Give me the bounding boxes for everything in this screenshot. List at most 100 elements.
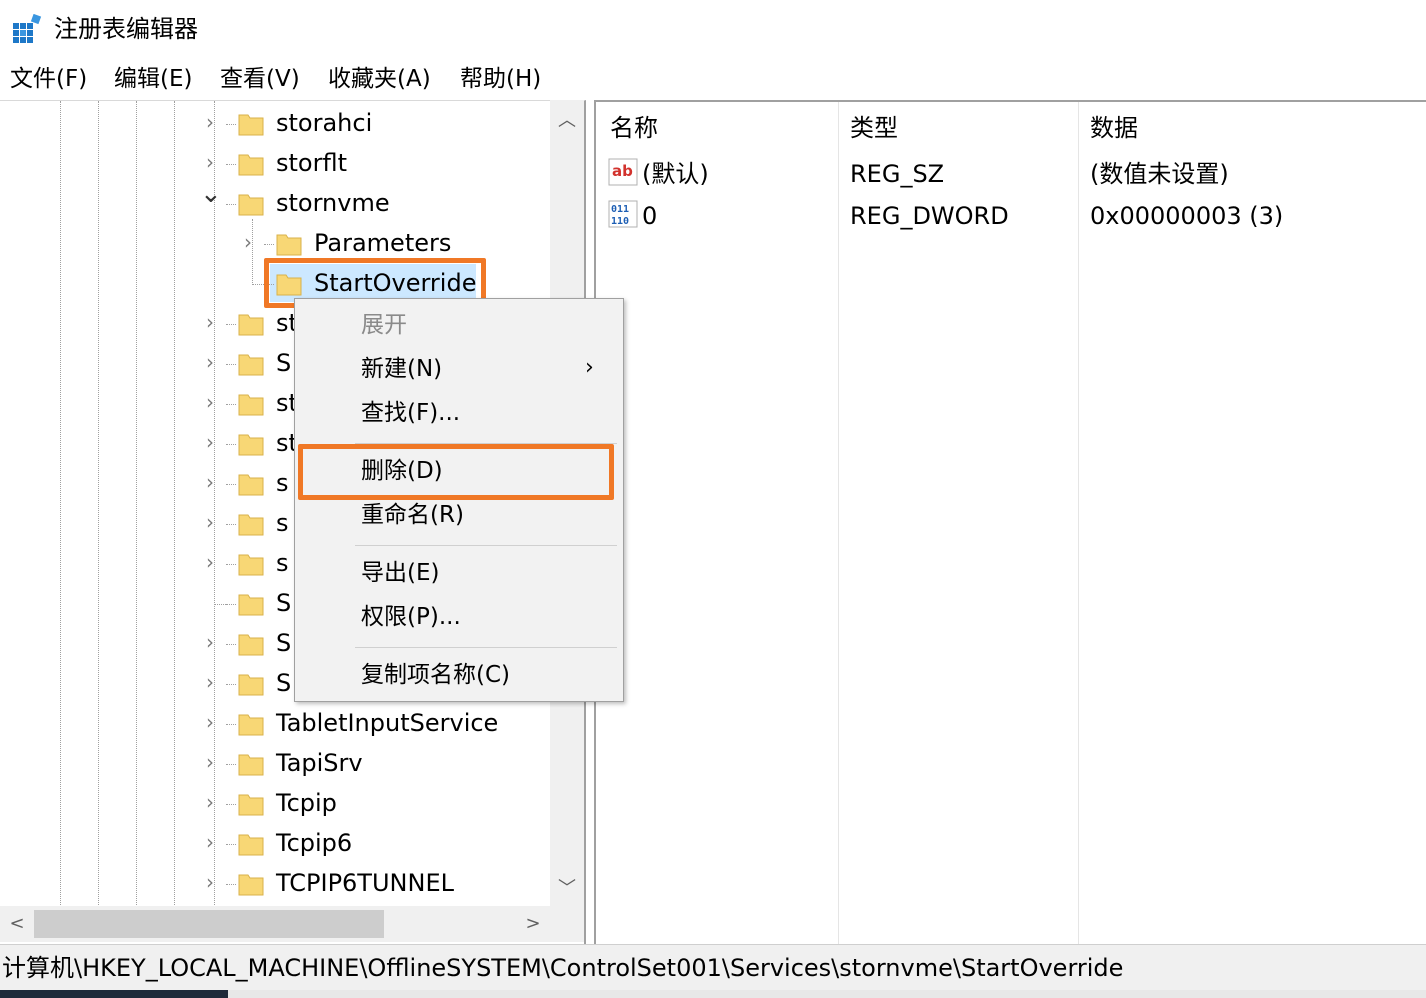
tree-item-label: Parameters bbox=[314, 229, 452, 257]
folder-icon bbox=[238, 714, 264, 736]
tree-horizontal-scrollbar[interactable]: < > bbox=[0, 906, 550, 942]
chevron-right-icon[interactable]: › bbox=[200, 112, 220, 132]
tree-item[interactable]: › storflt bbox=[0, 144, 550, 184]
chevron-right-icon[interactable]: › bbox=[200, 432, 220, 452]
folder-icon bbox=[238, 194, 264, 216]
menu-item-find[interactable]: 查找(F)... bbox=[361, 397, 460, 429]
menu-item-new[interactable]: 新建(N) bbox=[361, 353, 442, 385]
status-bar: 计算机\HKEY_LOCAL_MACHINE\OfflineSYSTEM\Con… bbox=[0, 944, 1426, 990]
tree-item[interactable]: › TCPIP6TUNNEL bbox=[0, 864, 550, 904]
folder-icon bbox=[238, 594, 264, 616]
menu-item-copy-key-name[interactable]: 复制项名称(C) bbox=[361, 659, 510, 691]
folder-icon bbox=[238, 754, 264, 776]
chevron-down-icon[interactable]: ⌄ bbox=[200, 181, 222, 207]
tree-item-label: S bbox=[276, 589, 292, 617]
folder-icon bbox=[238, 834, 264, 856]
tree-item-label: S bbox=[276, 629, 292, 657]
tree-item-label: s bbox=[276, 549, 289, 577]
horizontal-scroll-thumb[interactable] bbox=[34, 910, 384, 938]
column-divider[interactable] bbox=[838, 102, 839, 944]
chevron-right-icon[interactable]: › bbox=[200, 512, 220, 532]
folder-icon bbox=[238, 314, 264, 336]
folder-icon bbox=[238, 674, 264, 696]
chevron-right-icon[interactable]: › bbox=[200, 752, 220, 772]
menu-separator bbox=[355, 545, 617, 546]
values-pane[interactable]: 名称 类型 数据 ab (默认) REG_SZ (数值未设置) 011 110 … bbox=[594, 100, 1426, 944]
chevron-right-icon[interactable]: › bbox=[200, 632, 220, 652]
folder-icon bbox=[238, 874, 264, 896]
tree-item-label: S bbox=[276, 349, 292, 377]
tree-item[interactable]: ⌄ stornvme bbox=[0, 181, 550, 224]
svg-text:110: 110 bbox=[611, 216, 629, 227]
tree-item-label: s bbox=[276, 509, 289, 537]
chevron-right-icon[interactable]: › bbox=[200, 832, 220, 852]
column-header-type[interactable]: 类型 bbox=[850, 112, 898, 144]
menu-help[interactable]: 帮助(H) bbox=[460, 64, 541, 94]
tree-item[interactable]: › TabletInputService bbox=[0, 704, 550, 744]
column-divider[interactable] bbox=[1078, 102, 1079, 944]
value-type: REG_SZ bbox=[850, 160, 945, 188]
chevron-right-icon[interactable]: › bbox=[200, 152, 220, 172]
menu-item-rename[interactable]: 重命名(R) bbox=[361, 499, 464, 531]
scroll-right-icon[interactable]: > bbox=[516, 906, 550, 942]
scroll-up-icon[interactable]: ︿ bbox=[550, 104, 584, 138]
chevron-right-icon[interactable]: › bbox=[200, 672, 220, 692]
scroll-left-icon[interactable]: < bbox=[0, 906, 34, 942]
chevron-right-icon[interactable]: › bbox=[200, 872, 220, 892]
column-header-name[interactable]: 名称 bbox=[610, 112, 658, 144]
chevron-right-icon[interactable]: › bbox=[200, 552, 220, 572]
taskbar-segment bbox=[0, 990, 228, 998]
scroll-down-icon[interactable]: ﹀ bbox=[550, 872, 584, 906]
column-header-data[interactable]: 数据 bbox=[1090, 112, 1138, 144]
chevron-right-icon[interactable]: › bbox=[200, 312, 220, 332]
tree-item[interactable]: › Tcpip6 bbox=[0, 824, 550, 864]
tree-connector bbox=[226, 764, 236, 765]
tree-item-label: storahci bbox=[276, 109, 373, 137]
tree-connector bbox=[226, 804, 236, 805]
submenu-arrow-icon: › bbox=[585, 355, 594, 380]
tree-item-label: Tcpip bbox=[276, 789, 337, 817]
chevron-right-icon[interactable]: › bbox=[200, 392, 220, 412]
value-type: REG_DWORD bbox=[850, 202, 1009, 230]
chevron-right-icon[interactable]: › bbox=[200, 352, 220, 372]
value-name: 0 bbox=[642, 202, 658, 230]
svg-text:011: 011 bbox=[611, 204, 629, 215]
tree-connector bbox=[226, 524, 236, 525]
tree-connector bbox=[226, 684, 236, 685]
menu-file[interactable]: 文件(F) bbox=[10, 64, 87, 94]
value-name: (默认) bbox=[642, 160, 709, 188]
tree-item[interactable]: › TapiSrv bbox=[0, 744, 550, 784]
folder-icon bbox=[238, 394, 264, 416]
highlight-delete bbox=[298, 444, 614, 500]
tree-connector bbox=[226, 324, 236, 325]
chevron-right-icon[interactable]: › bbox=[200, 472, 220, 492]
tree-connector bbox=[226, 604, 236, 605]
registry-path: 计算机\HKEY_LOCAL_MACHINE\OfflineSYSTEM\Con… bbox=[2, 954, 1124, 982]
value-data: (数值未设置) bbox=[1090, 160, 1229, 188]
folder-icon bbox=[238, 474, 264, 496]
tree-connector bbox=[226, 644, 236, 645]
chevron-right-icon[interactable]: › bbox=[200, 712, 220, 732]
value-data: 0x00000003 (3) bbox=[1090, 202, 1284, 230]
menu-favorites[interactable]: 收藏夹(A) bbox=[328, 64, 431, 94]
tree-connector bbox=[226, 164, 236, 165]
tree-item-label: Tcpip6 bbox=[276, 829, 353, 857]
tree-connector bbox=[226, 124, 236, 125]
folder-icon bbox=[238, 634, 264, 656]
menu-item-permissions[interactable]: 权限(P)... bbox=[361, 601, 461, 633]
chevron-right-icon[interactable]: › bbox=[238, 232, 258, 252]
tree-item-label: TCPIP6TUNNEL bbox=[276, 869, 454, 897]
tree-connector bbox=[226, 364, 236, 365]
tree-item-label: S bbox=[276, 669, 292, 697]
tree-item[interactable]: › storahci bbox=[0, 104, 550, 144]
tree-connector bbox=[264, 244, 274, 245]
chevron-right-icon[interactable]: › bbox=[200, 792, 220, 812]
menu-item-export[interactable]: 导出(E) bbox=[361, 557, 439, 589]
folder-icon bbox=[238, 114, 264, 136]
tree-item[interactable]: › Tcpip bbox=[0, 784, 550, 824]
scrollbar-corner bbox=[550, 906, 584, 942]
menu-item-expand[interactable]: 展开 bbox=[361, 309, 407, 341]
menu-edit[interactable]: 编辑(E) bbox=[114, 64, 192, 94]
tree-connector bbox=[226, 724, 236, 725]
menu-view[interactable]: 查看(V) bbox=[220, 64, 300, 94]
